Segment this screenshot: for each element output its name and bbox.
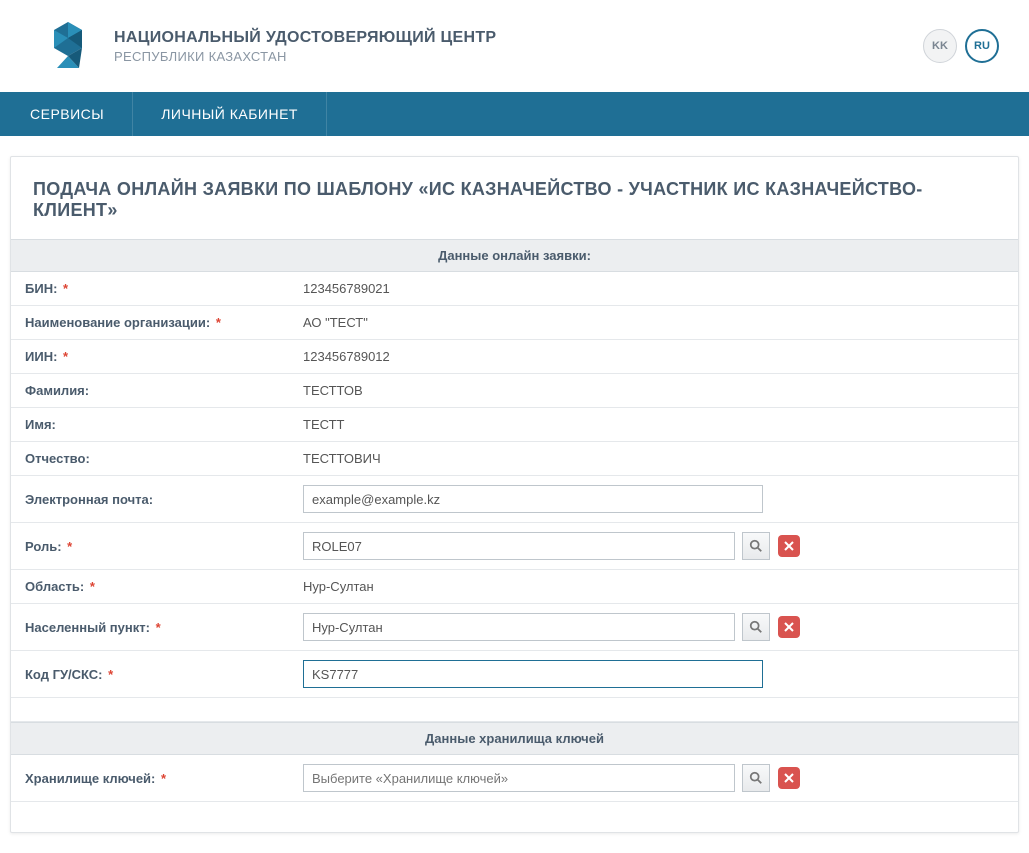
brand-subtitle: РЕСПУБЛИКИ КАЗАХСТАН	[114, 49, 883, 64]
row-city: Населенный пункт: *	[11, 604, 1018, 651]
iin-label: ИИН:	[25, 349, 57, 364]
middlename-label: Отчество:	[11, 442, 289, 476]
city-search-button[interactable]	[742, 613, 770, 641]
close-icon	[784, 773, 794, 783]
required-mark: *	[156, 620, 161, 635]
org-label: Наименование организации:	[25, 315, 210, 330]
row-iin: ИИН: * 123456789012	[11, 340, 1018, 374]
city-label: Населенный пункт:	[25, 620, 150, 635]
firstname-value: ТЕСТТ	[289, 408, 1018, 442]
nav-services[interactable]: СЕРВИСЫ	[0, 92, 133, 136]
nav-cabinet[interactable]: ЛИЧНЫЙ КАБИНЕТ	[133, 92, 327, 136]
brand-logo	[40, 18, 96, 74]
bin-value: 123456789021	[289, 272, 1018, 306]
required-mark: *	[161, 771, 166, 786]
bin-label: БИН:	[25, 281, 57, 296]
page-title: ПОДАЧА ОНЛАЙН ЗАЯВКИ ПО ШАБЛОНУ «ИС КАЗН…	[11, 157, 1018, 239]
role-search-button[interactable]	[742, 532, 770, 560]
row-lastname: Фамилия: ТЕСТТОВ	[11, 374, 1018, 408]
gucode-label: Код ГУ/СКС:	[25, 667, 103, 682]
row-firstname: Имя: ТЕСТТ	[11, 408, 1018, 442]
email-label: Электронная почта:	[11, 476, 289, 523]
search-icon	[749, 771, 763, 785]
row-role: Роль: *	[11, 523, 1018, 570]
keystore-search-button[interactable]	[742, 764, 770, 792]
lang-kk-button[interactable]: KK	[923, 29, 957, 63]
required-mark: *	[108, 667, 113, 682]
role-input[interactable]	[303, 532, 735, 560]
required-mark: *	[63, 281, 68, 296]
row-gucode: Код ГУ/СКС: *	[11, 651, 1018, 698]
city-input[interactable]	[303, 613, 735, 641]
role-label: Роль:	[25, 539, 62, 554]
keystore-label: Хранилище ключей:	[25, 771, 155, 786]
middlename-value: ТЕСТТОВИЧ	[289, 442, 1018, 476]
gucode-input[interactable]	[303, 660, 763, 688]
brand-title: НАЦИОНАЛЬНЫЙ УДОСТОВЕРЯЮЩИЙ ЦЕНТР	[114, 29, 883, 47]
row-region: Область: * Нур-Султан	[11, 570, 1018, 604]
required-mark: *	[67, 539, 72, 554]
region-value: Нур-Султан	[289, 570, 1018, 604]
row-keystore: Хранилище ключей: *	[11, 755, 1018, 802]
iin-value: 123456789012	[289, 340, 1018, 374]
required-mark: *	[63, 349, 68, 364]
lastname-label: Фамилия:	[11, 374, 289, 408]
role-clear-button[interactable]	[778, 535, 800, 557]
required-mark: *	[216, 315, 221, 330]
org-value: АО "ТЕСТ"	[289, 306, 1018, 340]
firstname-label: Имя:	[11, 408, 289, 442]
search-icon	[749, 539, 763, 553]
search-icon	[749, 620, 763, 634]
lastname-value: ТЕСТТОВ	[289, 374, 1018, 408]
row-bin: БИН: * 123456789021	[11, 272, 1018, 306]
section-application-data: Данные онлайн заявки:	[11, 239, 1018, 272]
region-label: Область:	[25, 579, 84, 594]
row-email: Электронная почта:	[11, 476, 1018, 523]
email-input[interactable]	[303, 485, 763, 513]
required-mark: *	[90, 579, 95, 594]
row-middlename: Отчество: ТЕСТТОВИЧ	[11, 442, 1018, 476]
row-org: Наименование организации: * АО "ТЕСТ"	[11, 306, 1018, 340]
section-keystore-data: Данные хранилища ключей	[11, 722, 1018, 755]
close-icon	[784, 541, 794, 551]
lang-ru-button[interactable]: RU	[965, 29, 999, 63]
city-clear-button[interactable]	[778, 616, 800, 638]
close-icon	[784, 622, 794, 632]
keystore-input[interactable]	[303, 764, 735, 792]
